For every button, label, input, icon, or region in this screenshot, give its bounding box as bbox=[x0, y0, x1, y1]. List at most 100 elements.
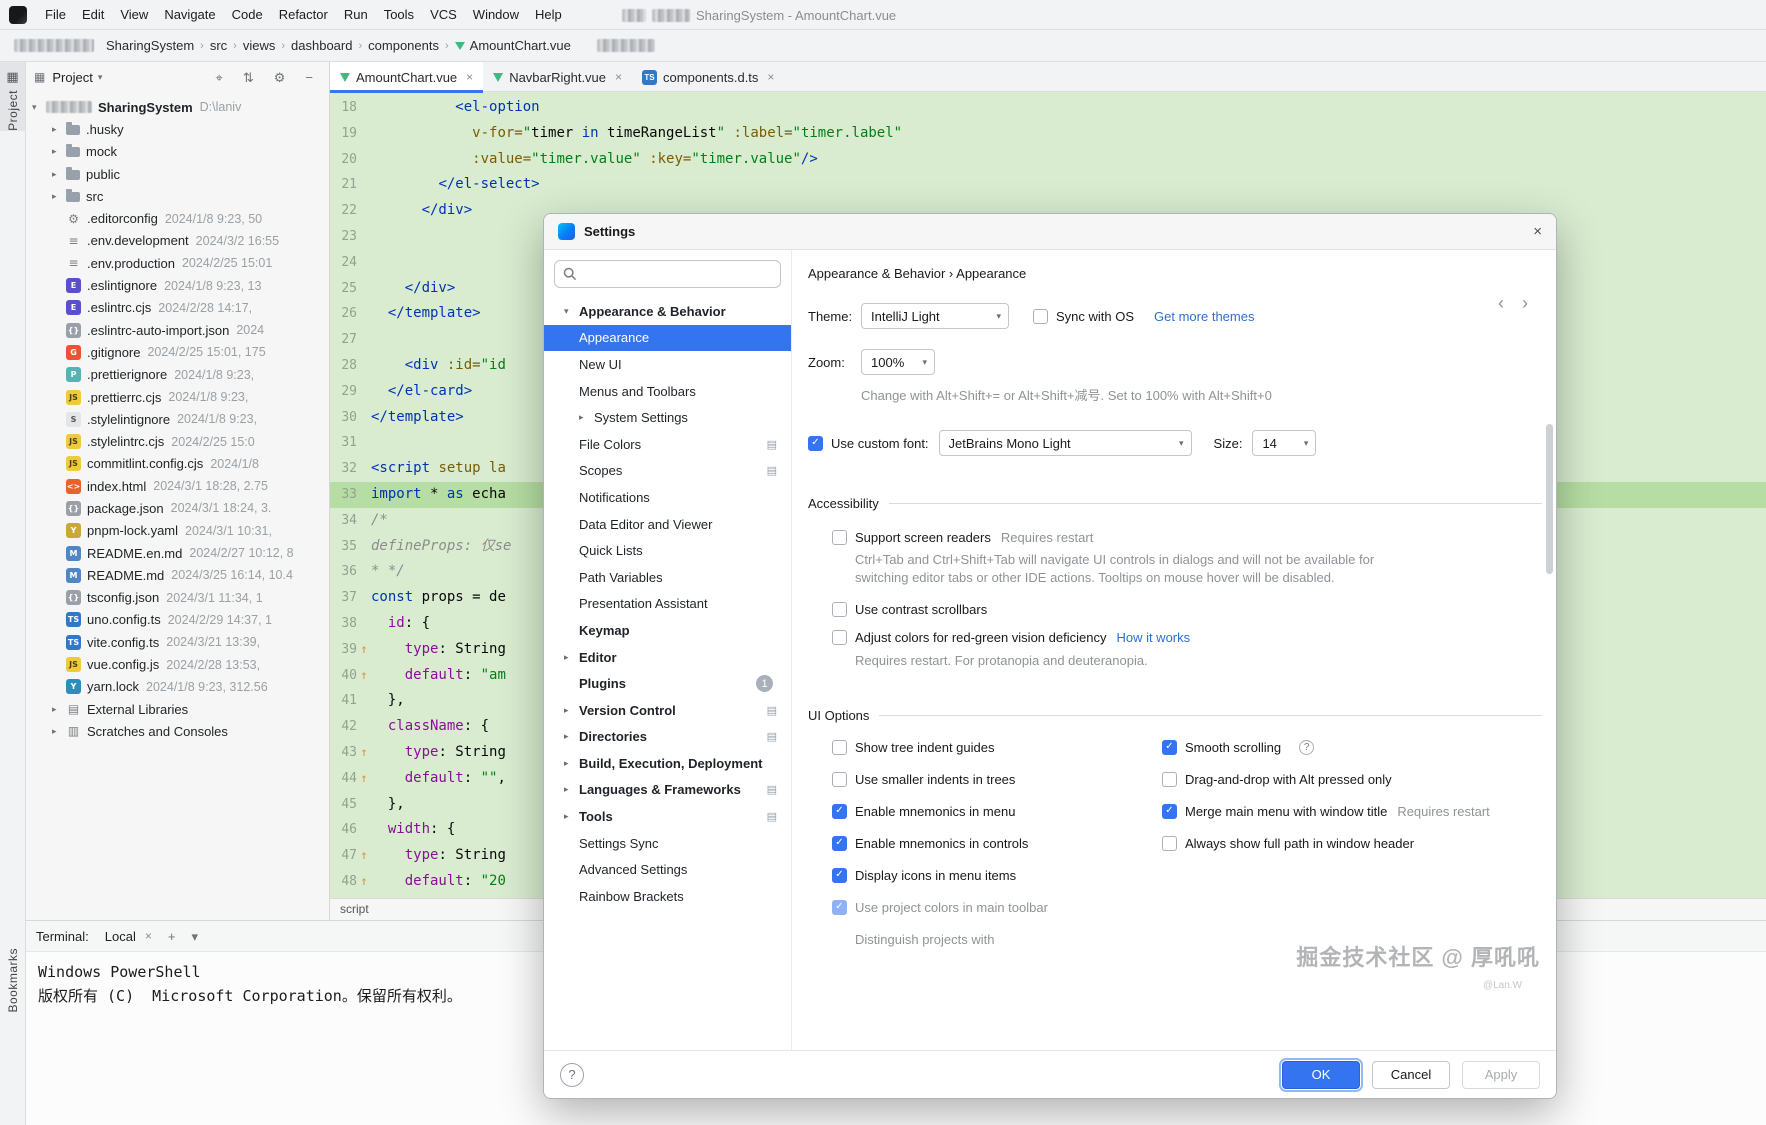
apply-button[interactable]: Apply bbox=[1462, 1060, 1540, 1089]
breadcrumb-item[interactable]: components bbox=[364, 36, 443, 55]
theme-select[interactable]: IntelliJ Light ▾ bbox=[861, 303, 1009, 329]
editor-tab[interactable]: NavbarRight.vue × bbox=[483, 62, 632, 92]
tree-file-row[interactable]: Y yarn.lock 2024/1/8 9:23, 312.56 bbox=[26, 676, 329, 698]
settings-tree-item[interactable]: ▸ System Settings ▤ bbox=[544, 404, 791, 431]
option-checkbox[interactable]: ✓ bbox=[1162, 803, 1177, 819]
settings-tree-item[interactable]: Settings Sync ▤ bbox=[544, 830, 791, 857]
use-custom-font-checkbox[interactable]: ✓ bbox=[808, 435, 823, 451]
tree-collapsed-icon[interactable]: ▸ bbox=[52, 726, 66, 737]
tree-file-row[interactable]: Y pnpm-lock.yaml 2024/3/1 10:31, bbox=[26, 520, 329, 542]
settings-tree-item[interactable]: ▸ Editor ▤ bbox=[544, 644, 791, 671]
option-checkbox[interactable]: ✓ bbox=[832, 899, 847, 915]
tree-file-row[interactable]: ⚙ .editorconfig 2024/1/8 9:23, 50 bbox=[26, 207, 329, 229]
editor-tab[interactable]: AmountChart.vue × bbox=[330, 62, 484, 93]
option-checkbox[interactable]: ✓ bbox=[1162, 739, 1177, 755]
tree-file-row[interactable]: S .stylelintignore 2024/1/8 9:23, bbox=[26, 408, 329, 430]
get-more-themes-link[interactable]: Get more themes bbox=[1154, 309, 1254, 324]
settings-tree-item[interactable]: Data Editor and Viewer ▤ bbox=[544, 511, 791, 538]
tree-file-row[interactable]: {} package.json 2024/3/1 18:24, 3. bbox=[26, 497, 329, 519]
settings-tree-item[interactable]: Scopes ▤ bbox=[544, 458, 791, 485]
forward-icon[interactable]: › bbox=[1522, 294, 1528, 312]
back-icon[interactable]: ‹ bbox=[1498, 294, 1504, 312]
how-it-works-link[interactable]: How it works bbox=[1116, 630, 1190, 645]
chevron-down-icon[interactable]: ▾ bbox=[98, 72, 103, 83]
tree-file-row[interactable]: <> index.html 2024/3/1 18:28, 2.75 bbox=[26, 475, 329, 497]
tree-special-row[interactable]: ▸ ▤ External Libraries bbox=[26, 698, 329, 720]
tree-file-row[interactable]: M README.md 2024/3/25 16:14, 10.4 bbox=[26, 564, 329, 586]
option-checkbox[interactable]: ✓ bbox=[832, 803, 847, 819]
terminal-tab[interactable]: Local × bbox=[105, 929, 152, 944]
tree-folder-row[interactable]: ▸ .husky bbox=[26, 118, 329, 140]
tool-stripe-bookmarks-button[interactable]: Bookmarks bbox=[0, 948, 25, 1013]
settings-tree-item[interactable]: Presentation Assistant ▤ bbox=[544, 591, 791, 618]
tree-special-row[interactable]: ▸ ▥ Scratches and Consoles bbox=[26, 720, 329, 742]
close-dialog-icon[interactable]: × bbox=[1533, 223, 1542, 240]
tree-collapsed-icon[interactable]: ▸ bbox=[52, 191, 66, 202]
close-tab-icon[interactable]: × bbox=[466, 70, 473, 84]
tree-collapsed-icon[interactable]: ▸ bbox=[52, 124, 66, 135]
close-tab-icon[interactable]: × bbox=[615, 70, 622, 84]
menu-item[interactable]: Navigate bbox=[156, 0, 223, 30]
font-size-select[interactable]: 14 ▾ bbox=[1252, 430, 1317, 456]
chevron-down-icon[interactable]: ▾ bbox=[191, 930, 198, 943]
tree-file-row[interactable]: G .gitignore 2024/2/25 15:01, 175 bbox=[26, 341, 329, 363]
option-checkbox[interactable] bbox=[1162, 771, 1177, 787]
tree-file-row[interactable]: {} .eslintrc-auto-import.json 2024 bbox=[26, 319, 329, 341]
tree-folder-row[interactable]: ▸ mock bbox=[26, 141, 329, 163]
breadcrumb-item[interactable]: AmountChart.vue bbox=[451, 36, 575, 55]
dialog-title-bar[interactable]: Settings × bbox=[544, 214, 1556, 250]
tree-file-row[interactable]: JS commitlint.config.cjs 2024/1/8 bbox=[26, 453, 329, 475]
locate-file-icon[interactable]: ⌖ bbox=[216, 71, 223, 84]
settings-search[interactable] bbox=[554, 260, 781, 288]
contrast-scrollbars-checkbox[interactable] bbox=[832, 601, 847, 617]
tree-folder-row[interactable]: ▸ src bbox=[26, 185, 329, 207]
tree-file-row[interactable]: JS .stylelintrc.cjs 2024/2/25 15:0 bbox=[26, 430, 329, 452]
new-terminal-icon[interactable]: + bbox=[168, 930, 176, 943]
tree-file-row[interactable]: JS vue.config.js 2024/2/28 13:53, bbox=[26, 653, 329, 675]
close-tab-icon[interactable]: × bbox=[145, 929, 152, 943]
settings-tree-item[interactable]: Notifications ▤ bbox=[544, 484, 791, 511]
breadcrumb-item[interactable]: SharingSystem bbox=[102, 36, 198, 55]
settings-tree-item[interactable]: Plugins 1 ▤ bbox=[544, 670, 791, 697]
editor-tab[interactable]: TS components.d.ts × bbox=[632, 62, 784, 92]
tree-collapsed-icon[interactable]: ▸ bbox=[52, 704, 66, 715]
editor-breadcrumb[interactable]: script bbox=[340, 902, 369, 916]
settings-tree-item[interactable]: Advanced Settings ▤ bbox=[544, 856, 791, 883]
option-checkbox[interactable] bbox=[1162, 835, 1177, 851]
tree-file-row[interactable]: TS uno.config.ts 2024/2/29 14:37, 1 bbox=[26, 609, 329, 631]
tree-root-row[interactable]: ▾ SharingSystem D:\laniv bbox=[26, 96, 329, 118]
tree-file-row[interactable]: TS vite.config.ts 2024/3/21 13:39, bbox=[26, 631, 329, 653]
tree-file-row[interactable]: ≡ .env.production 2024/2/25 15:01 bbox=[26, 252, 329, 274]
menu-item[interactable]: Window bbox=[465, 0, 527, 30]
menu-item[interactable]: View bbox=[112, 0, 156, 30]
menu-item[interactable]: Edit bbox=[74, 0, 112, 30]
option-checkbox[interactable]: ✓ bbox=[832, 835, 847, 851]
zoom-select[interactable]: 100% ▾ bbox=[861, 349, 935, 375]
help-icon[interactable]: ? bbox=[1299, 739, 1315, 755]
tree-file-row[interactable]: P .prettierignore 2024/1/8 9:23, bbox=[26, 364, 329, 386]
settings-tree-item[interactable]: ▾ Appearance & Behavior ▤ bbox=[544, 298, 791, 325]
option-checkbox[interactable] bbox=[832, 739, 847, 755]
settings-tree-item[interactable]: Appearance ▤ bbox=[544, 324, 791, 352]
menu-item[interactable]: Run bbox=[336, 0, 376, 30]
scrollbar-thumb[interactable] bbox=[1546, 424, 1553, 574]
menu-item[interactable]: Refactor bbox=[271, 0, 336, 30]
ide-logo[interactable] bbox=[9, 5, 27, 24]
terminal-title[interactable]: Terminal: bbox=[36, 929, 89, 944]
option-checkbox[interactable] bbox=[832, 771, 847, 787]
red-green-vision-checkbox[interactable] bbox=[832, 629, 847, 645]
menu-item[interactable]: VCS bbox=[422, 0, 465, 30]
settings-gear-icon[interactable]: ⚙ bbox=[274, 71, 286, 84]
tree-collapsed-icon[interactable]: ▸ bbox=[52, 146, 66, 157]
tree-file-row[interactable]: JS .prettierrc.cjs 2024/1/8 9:23, bbox=[26, 386, 329, 408]
tree-file-row[interactable]: E .eslintignore 2024/1/8 9:23, 13 bbox=[26, 274, 329, 296]
menu-item[interactable]: Help bbox=[527, 0, 570, 30]
tree-file-row[interactable]: {} tsconfig.json 2024/3/1 11:34, 1 bbox=[26, 587, 329, 609]
breadcrumb-item[interactable]: src bbox=[206, 36, 231, 55]
option-checkbox[interactable]: ✓ bbox=[832, 867, 847, 883]
settings-tree-item[interactable]: ▸ Directories ▤ bbox=[544, 724, 791, 751]
tree-file-row[interactable]: E .eslintrc.cjs 2024/2/28 14:17, bbox=[26, 297, 329, 319]
tree-file-row[interactable]: ≡ .env.development 2024/3/2 16:55 bbox=[26, 230, 329, 252]
menu-item[interactable]: File bbox=[37, 0, 74, 30]
close-tab-icon[interactable]: × bbox=[767, 70, 774, 84]
